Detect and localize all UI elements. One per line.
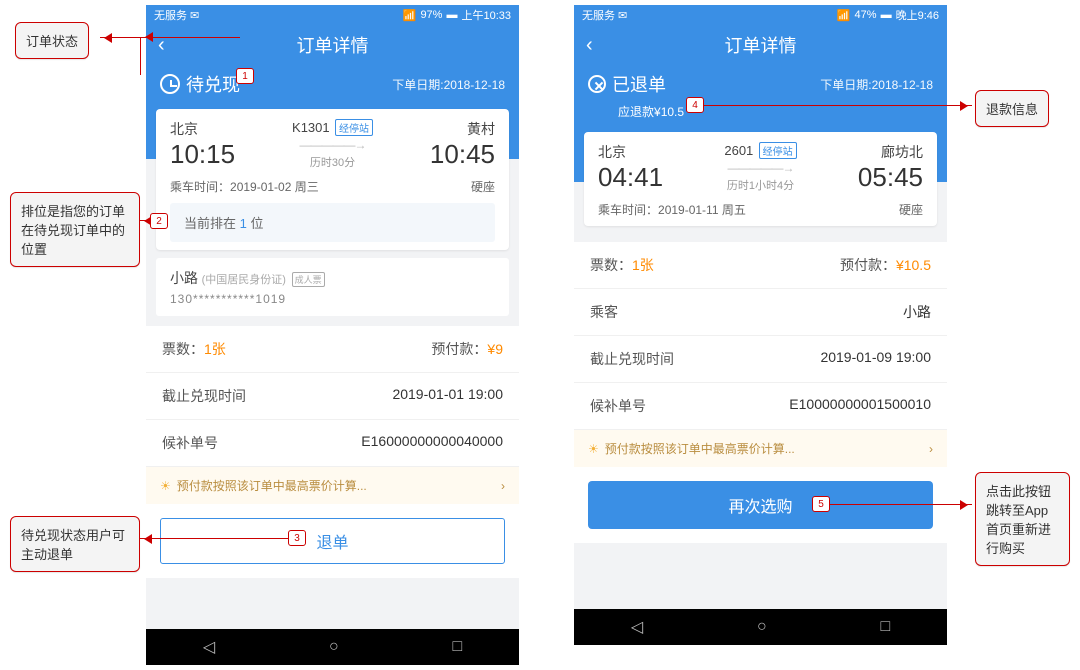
- duration: 历时30分: [239, 154, 426, 170]
- annot-order-status: 订单状态: [15, 22, 89, 59]
- from-city: 北京: [170, 119, 235, 139]
- nav-home-icon[interactable]: ○: [329, 638, 339, 656]
- arrow-4: [700, 105, 972, 106]
- header: ‹ 订单详情: [574, 25, 947, 65]
- phone-right: 无服务 ✉ 📶 47% ▬ 晚上9:46 ‹ 订单详情 已退单 下单日期:201…: [574, 5, 947, 645]
- nav-back-icon[interactable]: ◁: [631, 617, 643, 637]
- row-passenger: 乘客小路: [574, 289, 947, 336]
- android-navbar: ◁ ○ □: [574, 609, 947, 645]
- to-time: 05:45: [858, 162, 923, 193]
- via-badge[interactable]: 经停站: [759, 142, 797, 159]
- service-label: 无服务 ✉: [582, 7, 627, 23]
- lightbulb-icon: ☀: [160, 479, 171, 493]
- statusbar: 无服务 ✉ 📶 97% ▬ 上午10:33: [146, 5, 519, 25]
- to-time: 10:45: [430, 139, 495, 170]
- order-status-row: 待兑现 下单日期:2018-12-18: [146, 65, 519, 109]
- android-navbar: ◁ ○ □: [146, 629, 519, 665]
- to-city: 廊坊北: [858, 142, 923, 162]
- num-4: 4: [686, 97, 704, 113]
- phone-left: 无服务 ✉ 📶 97% ▬ 上午10:33 ‹ 订单详情 待兑现 下单日期:20…: [146, 5, 519, 665]
- num-2: 2: [150, 213, 168, 229]
- chevron-icon: ›: [929, 442, 933, 456]
- detail-list: 票数：1张预付款：¥10.5 乘客小路 截止兑现时间2019-01-09 19:…: [574, 242, 947, 430]
- page-title: 订单详情: [574, 32, 947, 58]
- lightbulb-icon: ☀: [588, 442, 599, 456]
- row-deadline: 截止兑现时间2019-01-01 19:00: [146, 373, 519, 420]
- arrow-1: [100, 37, 240, 38]
- passenger-card: 小路 (中国居民身份证) 成人票 130***********1019: [156, 258, 509, 316]
- annot-queue: 排位是指您的订单在待兑现订单中的位置: [10, 192, 140, 267]
- header: ‹ 订单详情: [146, 25, 519, 65]
- queue-row: 当前排在 1 位: [170, 203, 495, 242]
- train-arrow-icon: ―――――→: [667, 161, 854, 175]
- num-3: 3: [288, 530, 306, 546]
- page-title: 订单详情: [146, 32, 519, 58]
- service-label: 无服务 ✉: [154, 7, 199, 23]
- annot-cancel: 待兑现状态用户可主动退单: [10, 516, 140, 572]
- arrow-3: [140, 538, 290, 539]
- status-right: 📶 47% ▬ 晚上9:46: [837, 7, 939, 23]
- num-1: 1: [236, 68, 254, 84]
- train-no: 2601: [724, 143, 753, 158]
- from-city: 北京: [598, 142, 663, 162]
- nav-recent-icon[interactable]: □: [880, 618, 890, 636]
- nav-home-icon[interactable]: ○: [757, 618, 767, 636]
- cancelled-icon: [588, 75, 606, 93]
- train-no: K1301: [292, 120, 330, 135]
- row-orderno: 候补单号E16000000000040000: [146, 420, 519, 467]
- row-tickets: 票数：1张预付款：¥9: [146, 326, 519, 373]
- nav-back-icon[interactable]: ◁: [203, 637, 215, 657]
- row-orderno: 候补单号E10000000001500010: [574, 383, 947, 430]
- price-hint[interactable]: ☀预付款按照该订单中最高票价计算... ›: [146, 467, 519, 504]
- row-deadline: 截止兑现时间2019-01-09 19:00: [574, 336, 947, 383]
- seat-type: 硬座: [471, 178, 495, 195]
- arrow-1v: [140, 37, 141, 75]
- nav-recent-icon[interactable]: □: [452, 638, 462, 656]
- status-right: 📶 97% ▬ 上午10:33: [403, 7, 511, 23]
- statusbar: 无服务 ✉ 📶 47% ▬ 晚上9:46: [574, 5, 947, 25]
- via-badge[interactable]: 经停站: [335, 119, 373, 136]
- rebuy-button[interactable]: 再次选购: [588, 481, 933, 529]
- refund-amount-row: 应退款¥10.5: [574, 103, 947, 132]
- clock-icon: [160, 74, 180, 94]
- passenger-id: 130***********1019: [170, 292, 495, 306]
- train-arrow-icon: ―――――→: [239, 138, 426, 152]
- annot-refund: 退款信息: [975, 90, 1049, 127]
- row-tickets: 票数：1张预付款：¥10.5: [574, 242, 947, 289]
- to-city: 黄村: [430, 119, 495, 139]
- from-time: 10:15: [170, 139, 235, 170]
- seat-type: 硬座: [899, 201, 923, 218]
- train-card: 北京 10:15 K1301 经停站 ―――――→ 历时30分 黄村 10:45…: [156, 109, 509, 250]
- detail-list: 票数：1张预付款：¥9 截止兑现时间2019-01-01 19:00 候补单号E…: [146, 326, 519, 467]
- price-hint[interactable]: ☀预付款按照该订单中最高票价计算... ›: [574, 430, 947, 467]
- num-5: 5: [812, 496, 830, 512]
- arrow-5: [830, 504, 972, 505]
- cancel-button[interactable]: 退单: [160, 518, 505, 564]
- chevron-icon: ›: [501, 479, 505, 493]
- annot-rebuy: 点击此按钮跳转至App首页重新进行购买: [975, 472, 1070, 566]
- train-card: 北京 04:41 2601 经停站 ―――――→ 历时1小时4分 廊坊北 05:…: [584, 132, 937, 226]
- duration: 历时1小时4分: [667, 177, 854, 193]
- from-time: 04:41: [598, 162, 663, 193]
